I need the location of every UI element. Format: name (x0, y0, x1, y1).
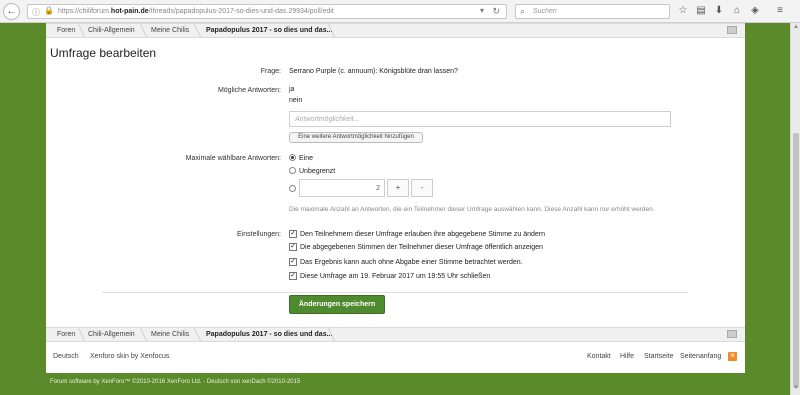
breadcrumb-item[interactable]: Foren (49, 24, 75, 37)
skin-link[interactable]: Xenforo skin by Xenfocus (90, 353, 169, 360)
footer-link-top[interactable]: Seitenanfang (680, 353, 721, 360)
address-bar[interactable]: ⓘ 🔒 https://chiliforum.hot-pain.de/threa… (27, 4, 507, 19)
star-icon[interactable]: ☆ (677, 5, 689, 16)
setting-checkbox[interactable]: ✓ (289, 243, 297, 251)
radio-one[interactable] (289, 154, 296, 161)
reload-icon[interactable]: ↻ (492, 6, 500, 17)
breadcrumb-current[interactable]: Papadopulus 2017 - so dies und das... (198, 24, 332, 37)
divider (102, 292, 688, 293)
menu-icon[interactable]: ≡ (774, 5, 786, 16)
url-dropdown-icon[interactable]: ▾ (480, 6, 484, 15)
copyright-text: Forum software by XenForo™ ©2010-2016 Xe… (50, 379, 301, 385)
settings-label: Einstellungen: (237, 231, 281, 238)
rss-icon[interactable]: ≋ (728, 352, 737, 361)
download-icon[interactable]: ⬇ (713, 5, 725, 16)
setting-checkbox[interactable]: ✓ (289, 230, 297, 238)
breadcrumb-menu-icon[interactable] (727, 26, 737, 34)
scrollbar-thumb[interactable] (793, 133, 799, 388)
radio-unlimited[interactable] (289, 167, 296, 174)
question-label: Frage: (260, 68, 281, 75)
footer-links: Deutsch Xenforo skin by Xenfocus Kontakt… (46, 351, 745, 365)
scrollbar[interactable]: ▲ ▼ (790, 23, 800, 395)
page-title: Umfrage bearbeiten (50, 46, 157, 60)
setting-label: Das Ergebnis kann auch ohne Abgabe einer… (300, 259, 523, 266)
browser-toolbar: ← ⓘ 🔒 https://chiliforum.hot-pain.de/thr… (0, 0, 800, 23)
footer-link-contact[interactable]: Kontakt (587, 353, 611, 360)
radio-custom[interactable] (289, 185, 296, 192)
answer-placeholder: Antwortmöglichkeit... (295, 116, 360, 123)
answer-input[interactable]: Antwortmöglichkeit... (289, 111, 671, 127)
url-text: https://chiliforum.hot-pain.de/threads/p… (58, 8, 334, 15)
question-value: Serrano Purple (c. annuum): Königsblüte … (289, 68, 458, 75)
answers-label: Mögliche Antworten: (217, 87, 281, 94)
max-answers-value: 2 (376, 185, 380, 192)
breadcrumb-item[interactable]: Chili-Allgemein (80, 24, 135, 37)
search-icon: ⌕ (520, 6, 526, 16)
setting-label: Den Teilnehmern dieser Umfrage erlauben … (300, 231, 546, 238)
radio-one-label: Eine (299, 155, 314, 162)
save-button[interactable]: Änderungen speichern (289, 295, 385, 314)
scroll-up-icon[interactable]: ▲ (792, 24, 800, 33)
home-icon[interactable]: ⌂ (731, 5, 743, 16)
setting-checkbox[interactable]: ✓ (289, 258, 297, 266)
footer-link-home[interactable]: Startseite (644, 353, 674, 360)
scroll-down-icon[interactable]: ▼ (792, 385, 800, 394)
max-answers-input[interactable]: 2 (299, 179, 385, 197)
back-icon: ← (6, 6, 17, 17)
clipboard-icon[interactable]: ▤ (695, 5, 707, 16)
breadcrumb-bottom: Foren Chili-Allgemein Meine Chilis Papad… (46, 327, 745, 342)
breadcrumb-menu-icon[interactable] (727, 330, 737, 338)
decrement-button[interactable]: - (411, 179, 433, 197)
setting-label: Diese Umfrage am 19. Februar 2017 um 19:… (300, 273, 491, 280)
info-icon[interactable]: ⓘ (32, 7, 40, 18)
footer-link-help[interactable]: Hilfe (620, 353, 634, 360)
back-button[interactable]: ← (3, 3, 20, 20)
language-link[interactable]: Deutsch (53, 353, 79, 360)
search-input[interactable]: ⌕ Suchen (515, 4, 670, 19)
breadcrumb-current[interactable]: Papadopulus 2017 - so dies und das... (198, 328, 332, 341)
lock-icon: 🔒 (44, 6, 54, 15)
breadcrumb-item[interactable]: Foren (49, 328, 75, 341)
setting-checkbox[interactable]: ✓ (289, 272, 297, 280)
breadcrumb: Foren Chili-Allgemein Meine Chilis Papad… (46, 23, 745, 38)
setting-label: Die abgegebenen Stimmen der Teilnehmer d… (300, 244, 543, 251)
increment-button[interactable]: + (387, 179, 409, 197)
answer-item: nein (289, 97, 303, 104)
breadcrumb-item[interactable]: Chili-Allgemein (80, 328, 135, 341)
max-answers-hint: Die maximale Anzahl an Antworten, die ei… (289, 206, 655, 213)
max-answers-label: Maximale wählbare Antworten: (185, 155, 281, 162)
shield-icon[interactable]: ◈ (749, 5, 761, 16)
search-placeholder: Suchen (533, 8, 557, 15)
add-answer-button[interactable]: Eine weitere Antwortmöglichkeit hinzufüg… (289, 132, 423, 143)
answer-item: ja (289, 86, 295, 93)
content-panel: Foren Chili-Allgemein Meine Chilis Papad… (46, 23, 745, 373)
breadcrumb-item[interactable]: Meine Chilis (143, 24, 189, 37)
breadcrumb-item[interactable]: Meine Chilis (143, 328, 189, 341)
radio-unlimited-label: Unbegrenzt (299, 168, 336, 175)
